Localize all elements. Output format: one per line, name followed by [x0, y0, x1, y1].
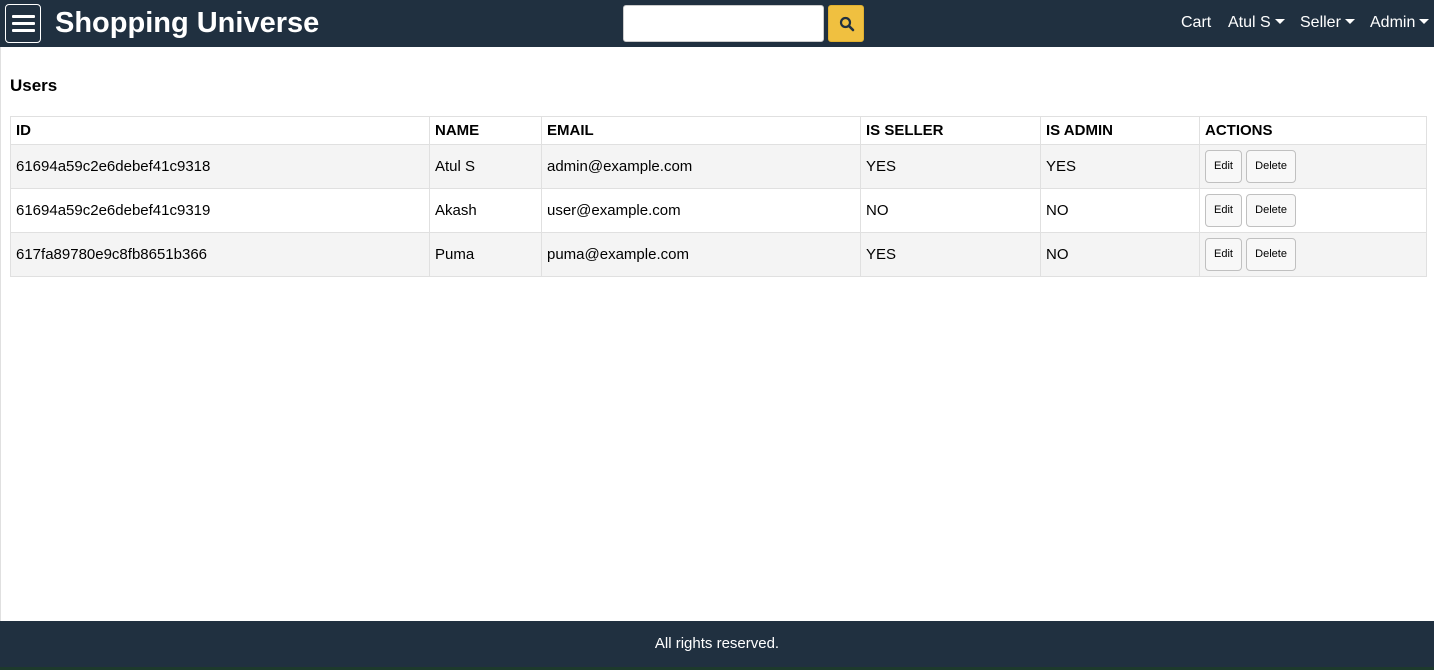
column-header-id: ID — [10, 116, 430, 145]
delete-user-button[interactable]: Delete — [1246, 194, 1296, 227]
cell-id: 61694a59c2e6debef41c9319 — [10, 188, 430, 233]
cell-is-seller: YES — [860, 144, 1041, 189]
table-row: 61694a59c2e6debef41c9318 Atul S admin@ex… — [10, 144, 1427, 189]
table-header-row: ID NAME EMAIL IS SELLER IS ADMIN ACTIONS — [10, 116, 1427, 145]
page-left-border — [0, 47, 1, 621]
page-footer: All rights reserved. — [0, 621, 1434, 670]
nav-user-dropdown[interactable]: Atul S — [1228, 14, 1285, 32]
cell-email: user@example.com — [541, 188, 861, 233]
nav-admin-label: Admin — [1370, 14, 1416, 31]
column-header-is-seller: IS SELLER — [860, 116, 1041, 145]
search-icon — [839, 16, 855, 32]
table-row: 61694a59c2e6debef41c9319 Akash user@exam… — [10, 188, 1427, 233]
cell-is-seller: NO — [860, 188, 1041, 233]
nav-seller-label: Seller — [1300, 14, 1341, 31]
top-navbar: Shopping Universe Cart Atul S Seller Adm… — [0, 0, 1434, 47]
edit-user-button[interactable]: Edit — [1205, 194, 1242, 227]
cell-name: Puma — [429, 232, 542, 277]
page-title: Users — [10, 76, 58, 95]
search-input[interactable] — [623, 5, 824, 42]
cell-is-admin: NO — [1040, 188, 1200, 233]
column-header-email: EMAIL — [541, 116, 861, 145]
users-table: ID NAME EMAIL IS SELLER IS ADMIN ACTIONS… — [10, 116, 1427, 277]
search-button[interactable] — [828, 5, 864, 42]
brand-logo-link[interactable]: Shopping Universe — [55, 6, 319, 40]
cell-actions: Edit Delete — [1199, 144, 1427, 189]
edit-user-button[interactable]: Edit — [1205, 150, 1242, 183]
cell-name: Atul S — [429, 144, 542, 189]
edit-user-button[interactable]: Edit — [1205, 238, 1242, 271]
column-header-actions: ACTIONS — [1199, 116, 1427, 145]
table-row: 617fa89780e9c8fb8651b366 Puma puma@examp… — [10, 232, 1427, 277]
nav-admin-dropdown[interactable]: Admin — [1370, 14, 1430, 32]
cell-id: 61694a59c2e6debef41c9318 — [10, 144, 430, 189]
cell-is-admin: NO — [1040, 232, 1200, 277]
menu-button[interactable] — [5, 4, 41, 43]
cell-is-admin: YES — [1040, 144, 1200, 189]
nav-seller-dropdown[interactable]: Seller — [1300, 14, 1355, 32]
column-header-name: NAME — [429, 116, 542, 145]
cell-actions: Edit Delete — [1199, 232, 1427, 277]
delete-user-button[interactable]: Delete — [1246, 238, 1296, 271]
nav-cart-link[interactable]: Cart — [1181, 14, 1211, 32]
caret-down-icon — [1274, 19, 1285, 24]
cell-id: 617fa89780e9c8fb8651b366 — [10, 232, 430, 277]
caret-down-icon — [1419, 19, 1430, 24]
caret-down-icon — [1344, 19, 1355, 24]
cell-actions: Edit Delete — [1199, 188, 1427, 233]
column-header-is-admin: IS ADMIN — [1040, 116, 1200, 145]
delete-user-button[interactable]: Delete — [1246, 150, 1296, 183]
cell-is-seller: YES — [860, 232, 1041, 277]
cell-name: Akash — [429, 188, 542, 233]
cell-email: puma@example.com — [541, 232, 861, 277]
cell-email: admin@example.com — [541, 144, 861, 189]
nav-user-label: Atul S — [1228, 14, 1271, 31]
footer-text: All rights reserved. — [654, 635, 780, 652]
